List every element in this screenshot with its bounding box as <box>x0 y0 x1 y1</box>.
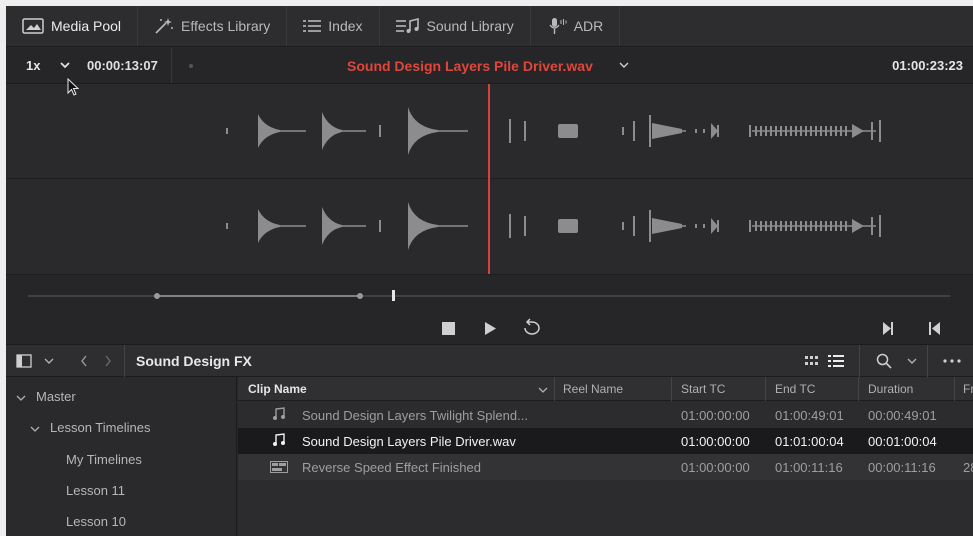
end-tc: 01:01:00:04 <box>775 434 844 449</box>
column-divider <box>765 377 766 401</box>
thumbnail-view-icon[interactable] <box>805 356 819 366</box>
start-tc: 01:00:00:00 <box>681 434 750 449</box>
bin-item-lesson-timelines[interactable]: Lesson Timelines <box>30 420 150 435</box>
status-dot <box>189 64 193 68</box>
audio-clip-icon <box>273 407 285 420</box>
table-row[interactable]: Reverse Speed Effect Finished 01:00:00:0… <box>238 454 973 480</box>
timeline-icon <box>270 461 288 473</box>
index-tab[interactable]: Index <box>287 6 380 46</box>
column-divider <box>954 377 955 401</box>
column-divider <box>671 377 672 401</box>
sound-library-icon <box>395 18 419 33</box>
media-pool-tab[interactable]: Media Pool <box>6 6 139 46</box>
play-button <box>485 322 496 335</box>
table-row[interactable]: Sound Design Layers Twilight Splend... 0… <box>238 402 973 428</box>
bin-list: Master Lesson Timelines My Timelines Les… <box>6 377 237 536</box>
jump-to-start-button <box>929 322 940 335</box>
loop-button <box>524 318 540 335</box>
duration: 00:00:49:01 <box>868 408 937 423</box>
effects-library-label: Effects Library <box>181 18 271 34</box>
chevron-down-icon[interactable] <box>618 59 630 71</box>
source-timecode: 00:00:13:07 <box>87 58 158 73</box>
duration: 00:01:00:04 <box>868 434 937 449</box>
viewer-header: 1x 00:00:13:07 Sound Design Layers Pile … <box>6 48 973 84</box>
column-start-tc[interactable]: Start TC <box>681 382 725 396</box>
bin-item-lesson-11[interactable]: Lesson 11 <box>66 483 125 498</box>
effects-library-tab[interactable]: Effects Library <box>138 6 288 46</box>
end-tc: 01:00:49:01 <box>775 408 844 423</box>
more-options-icon[interactable] <box>943 359 963 363</box>
media-pool-label: Media Pool <box>51 18 122 34</box>
bin-item-master[interactable]: Master <box>16 389 76 404</box>
start-tc: 01:00:00:00 <box>681 460 750 475</box>
clip-table: Clip Name Reel Name Start TC End TC Dura… <box>238 377 973 536</box>
clip-name: Sound Design Layers Twilight Splend... <box>302 408 528 423</box>
bin-label: Master <box>36 389 76 404</box>
media-pool-icon <box>22 18 44 34</box>
record-timecode: 01:00:23:23 <box>892 58 963 73</box>
back-icon[interactable] <box>80 355 88 367</box>
audio-clip-icon <box>273 433 285 446</box>
column-reel-name[interactable]: Reel Name <box>563 382 623 396</box>
chevron-down-icon[interactable] <box>538 386 548 394</box>
divider <box>927 345 928 377</box>
column-clip-name[interactable]: Clip Name <box>248 382 307 396</box>
column-end-tc[interactable]: End TC <box>775 382 815 396</box>
jump-to-end-button <box>883 322 893 335</box>
chevron-down-icon <box>16 395 26 401</box>
bin-item-lesson-10[interactable]: Lesson 10 <box>66 514 126 529</box>
divider <box>124 345 125 377</box>
table-row-selected[interactable]: Sound Design Layers Pile Driver.wav 01:0… <box>238 428 973 454</box>
bin-item-my-timelines[interactable]: My Timelines <box>66 452 142 467</box>
magic-wand-icon <box>155 18 174 34</box>
start-tc: 01:00:00:00 <box>681 408 750 423</box>
chevron-down-icon <box>30 426 40 432</box>
sidebar-toggle-icon[interactable] <box>16 354 32 368</box>
transport-area <box>6 274 973 344</box>
adr-label: ADR <box>573 18 604 34</box>
chevron-down-icon[interactable] <box>907 356 917 366</box>
adr-tab[interactable]: ADR <box>531 6 621 46</box>
chevron-down-icon[interactable] <box>59 58 71 72</box>
column-frames[interactable]: Fra <box>963 382 973 396</box>
mouse-cursor-icon <box>67 78 80 96</box>
fairlight-media-panel: Media Pool Effects Library Index Sound L… <box>6 6 973 536</box>
clip-title-dropdown[interactable]: Sound Design Layers Pile Driver.wav <box>347 58 593 74</box>
scrub-out-handle <box>357 293 363 299</box>
bin-label: Lesson Timelines <box>50 420 151 435</box>
list-view-icon[interactable] <box>828 355 844 367</box>
table-header: Clip Name Reel Name Start TC End TC Dura… <box>238 377 973 401</box>
scrub-in-handle <box>154 293 160 299</box>
clip-name: Sound Design Layers Pile Driver.wav <box>302 434 516 449</box>
duration: 00:00:11:16 <box>868 460 936 475</box>
playback-speed[interactable]: 1x <box>26 58 40 73</box>
frame-rate: 28 <box>963 460 973 475</box>
current-bin-title: Sound Design FX <box>136 353 252 369</box>
divider <box>859 345 860 377</box>
sound-library-label: Sound Library <box>426 18 514 34</box>
microphone-icon <box>549 18 567 34</box>
stop-button <box>442 322 455 335</box>
media-pool-header: Sound Design FX <box>6 344 973 377</box>
playhead[interactable] <box>488 84 490 274</box>
top-toolbar: Media Pool Effects Library Index Sound L… <box>6 6 973 47</box>
column-duration[interactable]: Duration <box>868 382 913 396</box>
chevron-down-icon[interactable] <box>44 355 54 367</box>
search-icon[interactable] <box>876 353 892 369</box>
sound-library-tab[interactable]: Sound Library <box>380 6 531 46</box>
forward-icon[interactable] <box>104 355 112 367</box>
scrub-playhead-marker <box>392 290 395 301</box>
column-divider <box>858 377 859 401</box>
header-divider <box>171 48 172 83</box>
column-divider <box>554 377 555 401</box>
end-tc: 01:00:11:16 <box>775 460 843 475</box>
index-label: Index <box>328 18 363 34</box>
clip-name: Reverse Speed Effect Finished <box>302 460 481 475</box>
list-icon <box>303 20 322 32</box>
